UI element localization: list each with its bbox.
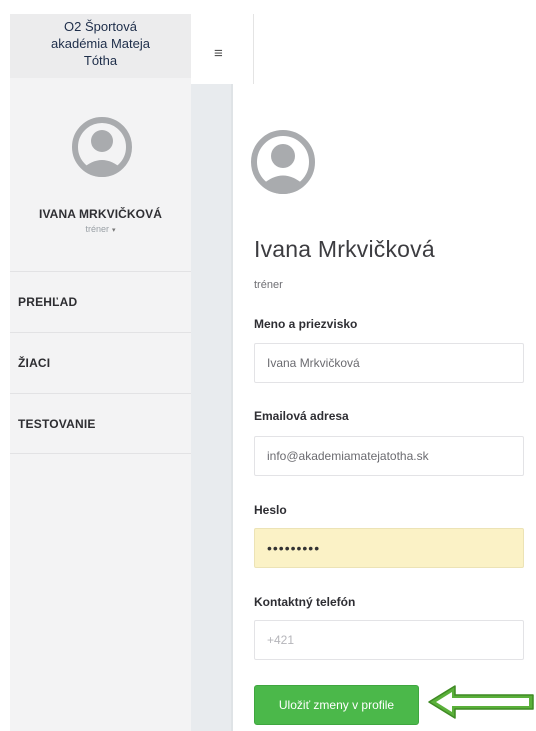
sidebar-user-role: tréner bbox=[85, 224, 109, 234]
name-label: Meno a priezvisko bbox=[254, 317, 358, 331]
topbar: ≡ bbox=[191, 14, 536, 84]
brand-line-1: O2 Športová bbox=[64, 19, 137, 34]
sidebar-nav: PREHĽAD ŽIACI TESTOVANIE bbox=[10, 271, 191, 454]
sidebar-item-testovanie[interactable]: TESTOVANIE bbox=[10, 393, 191, 454]
hamburger-icon[interactable]: ≡ bbox=[214, 46, 223, 61]
profile-role: tréner bbox=[254, 279, 283, 291]
sidebar: O2 Športová akadémia Mateja Tótha IVANA … bbox=[10, 14, 192, 731]
chevron-down-icon: ▾ bbox=[112, 227, 116, 234]
password-field[interactable] bbox=[254, 528, 524, 568]
brand-line-3: Tótha bbox=[83, 53, 118, 68]
content-gutter bbox=[191, 84, 233, 731]
user-avatar-icon bbox=[72, 117, 132, 177]
email-field[interactable] bbox=[254, 436, 524, 476]
sidebar-item-prehlad[interactable]: PREHĽAD bbox=[10, 271, 191, 332]
profile-name-heading: Ivana Mrkvičková bbox=[254, 236, 435, 262]
phone-label: Kontaktný telefón bbox=[254, 595, 356, 609]
brand-title[interactable]: O2 Športová akadémia Mateja Tótha bbox=[10, 14, 191, 69]
profile-panel: Ivana Mrkvičková tréner Meno a priezvisk… bbox=[233, 84, 536, 731]
email-label: Emailová adresa bbox=[254, 409, 349, 423]
phone-field[interactable] bbox=[254, 620, 524, 660]
user-avatar-icon bbox=[251, 130, 315, 194]
name-field[interactable] bbox=[254, 343, 524, 383]
sidebar-user-name: IVANA MRKVIČKOVÁ bbox=[39, 207, 162, 221]
topbar-divider bbox=[253, 14, 254, 84]
profile-page: O2 Športová akadémia Mateja Tótha IVANA … bbox=[0, 0, 536, 731]
save-profile-button[interactable]: Uložiť zmeny v profile bbox=[254, 685, 419, 725]
sidebar-user-role-dropdown[interactable]: tréner ▾ bbox=[10, 224, 191, 234]
brand-line-2: akadémia Mateja bbox=[51, 36, 150, 51]
password-label: Heslo bbox=[254, 503, 287, 517]
sidebar-item-ziaci[interactable]: ŽIACI bbox=[10, 332, 191, 393]
arrow-left-icon bbox=[428, 685, 534, 719]
